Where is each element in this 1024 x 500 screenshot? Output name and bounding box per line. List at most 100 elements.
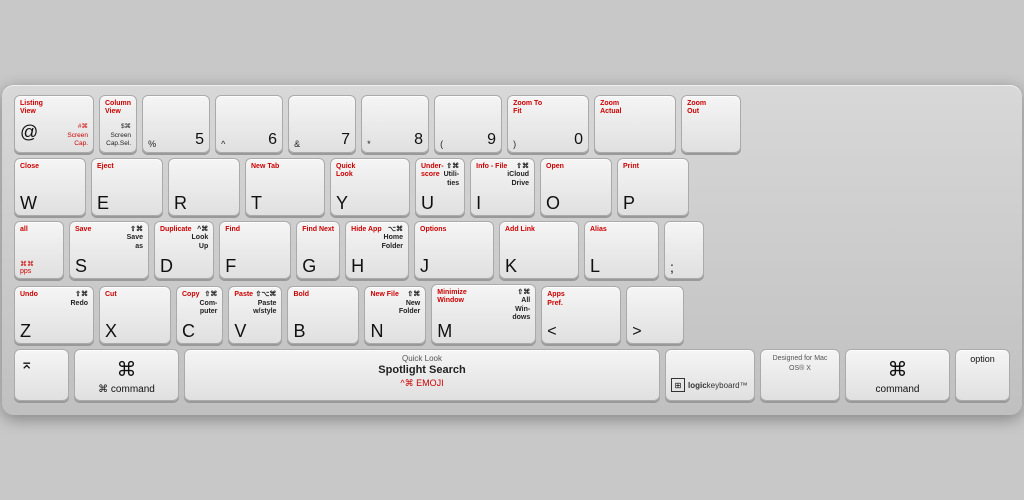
key-w-close[interactable]: Close W — [14, 158, 86, 216]
key-column-label: ColumnView — [105, 100, 131, 117]
key-semi-char: ; — [670, 259, 698, 275]
spacebar-emoji: ^⌘ EMOJI — [400, 378, 443, 389]
key-zoom-actual[interactable]: ZoomActual — [594, 95, 676, 153]
key-comma-apps[interactable]: AppsPref. < — [541, 286, 621, 344]
key-v-paste[interactable]: Paste ⇧⌥⌘Pastew/style V — [228, 286, 282, 344]
key-f-find[interactable]: Find F — [219, 221, 291, 279]
key-8: 8 — [414, 131, 423, 149]
key-g: G — [302, 257, 316, 275]
key-lparen: ( — [440, 139, 443, 149]
key-0: 0 — [574, 131, 583, 149]
key-z-redo: ⇧⌘Redo — [71, 291, 89, 308]
key-p: P — [623, 194, 635, 212]
key-i-icloud: ⇧⌘iCloudDrive — [507, 163, 529, 188]
key-gt: > — [632, 324, 641, 340]
key-listing-view[interactable]: ListingView @ #⌘ScreenCap. — [14, 95, 94, 153]
key-l-alias[interactable]: Alias L — [584, 221, 659, 279]
key-r[interactable]: R — [168, 158, 240, 216]
key-cmd-label-right: command — [876, 384, 920, 395]
key-v-paste-label: Paste — [234, 291, 253, 316]
key-logokb: ⊞ logickeyboard™ — [665, 349, 755, 401]
key-y-amp[interactable]: & 7 — [288, 95, 356, 153]
key-cmd-right[interactable]: ⌘ command — [845, 349, 950, 401]
key-all-cmd: ⌘⌘pps — [20, 260, 58, 275]
key-i-infofile[interactable]: Info - File ⇧⌘iCloudDrive I — [470, 158, 535, 216]
key-u-underscore[interactable]: Under-score ⇧⌘Utili-ties U — [415, 158, 465, 216]
key-u-under-label: Under-score — [421, 163, 444, 188]
key-u-star[interactable]: * 8 — [361, 95, 429, 153]
logic-logo-text: logickeyboard™ — [688, 381, 748, 390]
key-cmd-left[interactable]: ⌘ ⌘ command — [74, 349, 179, 401]
key-zoomfit-label: Zoom ToFit — [513, 100, 583, 117]
key-k-addlink[interactable]: Add Link K — [499, 221, 579, 279]
key-e-eject-label: Eject — [97, 163, 157, 171]
key-column-view[interactable]: ColumnView $⌘ScreenCap.Sel. — [99, 95, 137, 153]
key-d-duplicate[interactable]: Duplicate ^⌘LookUp D — [154, 221, 214, 279]
key-t-newtab[interactable]: New Tab T — [245, 158, 325, 216]
key-y-quicklook[interactable]: QuickLook Y — [330, 158, 410, 216]
key-caret: ^ — [221, 139, 225, 149]
key-u-utilities: ⇧⌘Utili-ties — [444, 163, 460, 188]
key-cmd-sym-right: ⌘ — [888, 357, 908, 382]
key-f-find-label: Find — [225, 226, 285, 234]
key-s: S — [75, 257, 87, 275]
key-i: I — [476, 194, 481, 212]
key-e-eject[interactable]: Eject E — [91, 158, 163, 216]
row-4: Undo ⇧⌘Redo Z Cut X Copy ⇧⌘Com-puter C P… — [14, 284, 1010, 345]
key-z-undo[interactable]: Undo ⇧⌘Redo Z — [14, 286, 94, 344]
key-cmd-label-left: ⌘ command — [98, 384, 155, 395]
key-g-findnext[interactable]: Find Next G — [296, 221, 340, 279]
key-lt: < — [547, 324, 556, 340]
key-h-hideapp[interactable]: Hide App ⌥⌘HomeFolder H — [345, 221, 409, 279]
row-bottom: ⌅ ⌘ ⌘ command Quick Look Spotlight Searc… — [14, 349, 1010, 401]
key-b-bold[interactable]: Bold B — [287, 286, 359, 344]
key-c-computer: ⇧⌘Com-puter — [200, 291, 218, 316]
key-x-cut-label: Cut — [105, 291, 165, 299]
key-t-caret[interactable]: ^ 6 — [215, 95, 283, 153]
key-p-print[interactable]: Print P — [617, 158, 689, 216]
key-r-percent[interactable]: % 5 — [142, 95, 210, 153]
key-j-options[interactable]: Options J — [414, 221, 494, 279]
key-s-save[interactable]: Save ⇧⌘Saveas S — [69, 221, 149, 279]
key-f: F — [225, 257, 236, 275]
key-k: K — [505, 257, 517, 275]
key-b-bold-label: Bold — [293, 291, 353, 299]
key-i-info-label: Info - File — [476, 163, 507, 188]
key-i-paren[interactable]: ( 9 — [434, 95, 502, 153]
key-all-label: all — [20, 226, 58, 234]
key-option-right[interactable]: option — [955, 349, 1010, 401]
key-screen: #⌘ScreenCap. — [67, 123, 88, 148]
key-y-quicklook-label: QuickLook — [336, 163, 404, 180]
key-semicolon[interactable]: ; — [664, 221, 704, 279]
key-l-alias-label: Alias — [590, 226, 653, 234]
key-m: M — [437, 322, 452, 340]
key-tab-sym: ⌅ — [20, 354, 63, 374]
key-amp: & — [294, 139, 300, 149]
key-s-save-label: Save — [75, 226, 91, 251]
key-spacebar[interactable]: Quick Look Spotlight Search ^⌘ EMOJI — [184, 349, 660, 401]
key-h: H — [351, 257, 364, 275]
key-zoom-fit[interactable]: Zoom ToFit ) 0 — [507, 95, 589, 153]
key-period[interactable]: > — [626, 286, 684, 344]
key-b: B — [293, 322, 305, 340]
key-n-newfile[interactable]: New File ⇧⌘NewFolder N — [364, 286, 426, 344]
key-h-homefolder: ⌥⌘HomeFolder — [382, 226, 403, 251]
key-6: 6 — [268, 131, 277, 149]
key-m-minimize[interactable]: MinimizeWindow ⇧⌘AllWin-dows M — [431, 284, 536, 345]
key-o-open[interactable]: Open O — [540, 158, 612, 216]
key-t-newtab-label: New Tab — [251, 163, 319, 171]
key-zoom-out[interactable]: ZoomOut — [681, 95, 741, 153]
key-c-copy[interactable]: Copy ⇧⌘Com-puter C — [176, 286, 223, 344]
key-tab-left[interactable]: ⌅ — [14, 349, 69, 401]
key-m-allwindows: ⇧⌘AllWin-dows — [512, 289, 530, 323]
spacebar-quicklook: Quick Look — [402, 354, 442, 363]
key-x-cut[interactable]: Cut X — [99, 286, 171, 344]
key-e: E — [97, 194, 109, 212]
key-n-newfolder: ⇧⌘NewFolder — [399, 291, 420, 316]
key-r-letter: R — [174, 194, 187, 212]
key-z: Z — [20, 322, 31, 340]
key-d-lookup: ^⌘LookUp — [192, 226, 209, 251]
spacebar-spotlight: Spotlight Search — [378, 364, 465, 376]
key-n: N — [370, 322, 383, 340]
key-all[interactable]: all ⌘⌘pps — [14, 221, 64, 279]
